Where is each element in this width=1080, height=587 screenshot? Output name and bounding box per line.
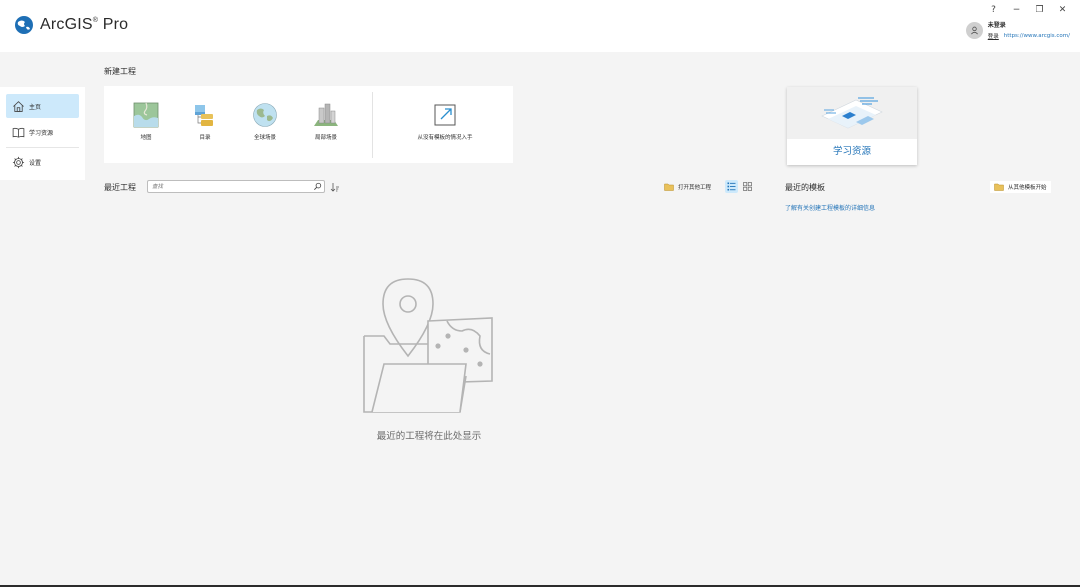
app-brand: ArcGIS® Pro [14,15,128,35]
sidebar-item-label: 主页 [29,103,42,111]
tile-divider [372,92,373,158]
arcgis-logo-icon [15,16,33,34]
new-local-scene-tile[interactable]: 局部场景 [301,102,351,141]
tile-label: 从没有模板的情况入手 [417,135,473,141]
grid-view-icon [743,182,752,191]
sidebar-item-settings[interactable]: 设置 [6,150,79,174]
tile-label: 目录 [199,135,211,141]
project-search [147,180,325,193]
empty-folder-map-icon [363,278,493,413]
search-icon[interactable] [313,182,322,191]
book-icon [12,127,25,138]
new-catalog-tile[interactable]: 目录 [180,102,230,141]
user-status: 未登录 [987,22,1006,29]
help-button[interactable]: ? [982,2,1005,18]
learning-card-label: 学习资源 [832,146,871,157]
sort-icon[interactable] [330,182,340,192]
sidebar: 主页 学习资源 设置 [0,87,85,180]
map-icon [133,102,159,128]
sidebar-item-learning[interactable]: 学习资源 [6,120,79,144]
start-without-template-icon [434,104,456,126]
recent-projects-title: 最近工程 [104,183,136,192]
folder-icon [664,183,674,191]
registered-mark: ® [92,17,99,24]
avatar[interactable] [965,21,983,39]
sidebar-item-label: 设置 [29,159,42,167]
user-links: 登录 https://www.arcgis.com/ [988,32,1070,40]
recent-templates-title: 最近的模板 [785,183,825,192]
tile-label: 全球场景 [253,135,276,141]
empty-recent-message: 最近的工程将在此处显示 [376,431,482,442]
sidebar-item-label: 学习资源 [29,129,54,137]
grid-view-button[interactable] [741,180,754,193]
folder-icon [994,183,1004,191]
start-other-template-label: 从其他模板开始 [1008,185,1047,191]
tile-label: 地图 [140,135,152,141]
local-scene-icon [314,103,338,126]
learning-illustration-icon [821,97,883,129]
open-other-project-label: 打开其他工程 [678,185,712,191]
learning-resources-card[interactable]: 学习资源 [787,87,917,165]
portal-url-link[interactable]: https://www.arcgis.com/ [1004,33,1070,39]
tile-label: 局部场景 [314,135,337,141]
signin-link[interactable]: 登录 [988,32,999,40]
restore-button[interactable]: ❐ [1028,2,1051,18]
close-button[interactable]: ✕ [1051,2,1074,18]
catalog-icon [195,105,213,126]
template-info-link[interactable]: 了解有关创建工程模板的详细信息 [785,203,875,212]
search-input[interactable] [148,181,308,192]
new-global-scene-tile[interactable]: 全球场景 [240,102,290,141]
user-icon [970,26,978,34]
list-view-button[interactable] [725,180,738,193]
app-title: ArcGIS® Pro [40,16,128,34]
sidebar-item-home[interactable]: 主页 [6,94,79,118]
title-bar: ArcGIS® Pro ? − ❐ ✕ 未登录 登录 https://www.a… [0,0,1080,52]
gear-icon [12,156,25,168]
app-title-suffix: Pro [102,16,129,33]
new-project-panel: 地图 目录 全球场景 局部场景 从没有模板的情况入手 [104,86,513,163]
sidebar-divider [6,147,79,148]
minimize-button[interactable]: − [1005,2,1028,18]
open-other-project-button[interactable]: 打开其他工程 [662,181,713,193]
start-from-other-template-button[interactable]: 从其他模板开始 [990,181,1051,193]
learning-illustration [787,87,917,139]
user-panel: 未登录 登录 https://www.arcgis.com/ [965,20,1070,40]
home-icon [13,100,24,112]
window-controls: ? − ❐ ✕ [982,2,1074,18]
globe-icon [253,103,277,127]
start-without-template-tile[interactable]: 从没有模板的情况入手 [417,102,473,141]
user-info: 未登录 登录 https://www.arcgis.com/ [988,20,1070,40]
new-project-title: 新建工程 [104,67,136,76]
list-view-icon [727,182,736,191]
new-map-tile[interactable]: 地图 [121,102,171,141]
app-title-main: ArcGIS [40,16,93,33]
